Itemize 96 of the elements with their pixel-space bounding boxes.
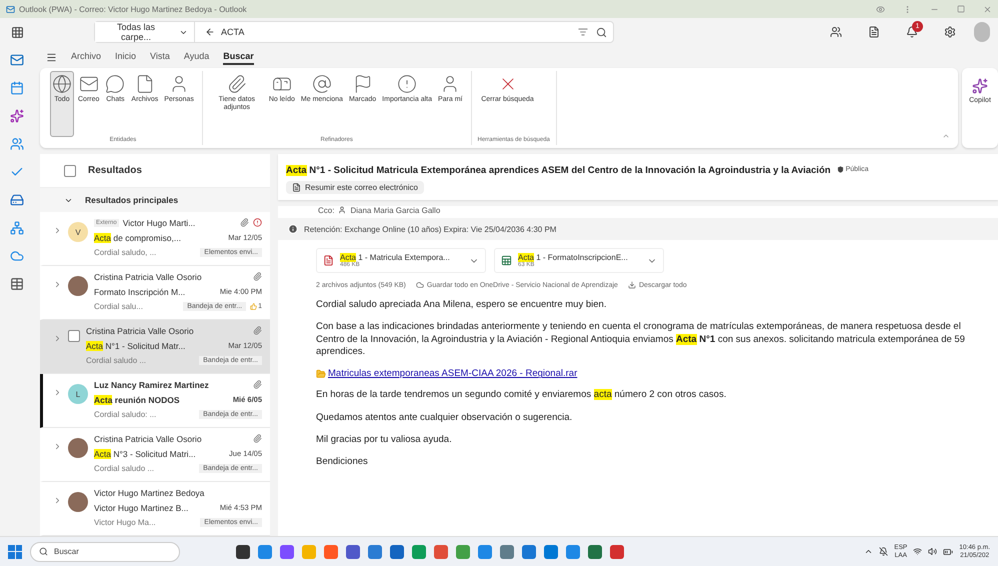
- thumbs-up-icon: [250, 303, 258, 310]
- people-icon[interactable]: [10, 137, 24, 151]
- chat-bubble-icon: [105, 74, 126, 94]
- spreadsheet-icon: [501, 255, 512, 266]
- folder-icon: [316, 368, 326, 379]
- sender-name: Cristina Patricia Valle Osorio: [94, 434, 202, 444]
- sender-name: Victor Hugo Martinez Bedoya: [94, 488, 204, 498]
- maximize-icon[interactable]: [957, 5, 965, 13]
- file-link[interactable]: Matriculas extemporaneas ASEM-CIAA 2026 - Regional.rar: [316, 368, 578, 380]
- body-paragraph: Cordial saludo apreciada Ana Milena, espero se encuentre muy bien.: [316, 299, 608, 312]
- subject-text: Acta N°3 - Solicitud Matri...: [94, 448, 197, 458]
- close-icon[interactable]: [983, 4, 992, 14]
- paperclip-icon: [226, 74, 247, 94]
- network-icon[interactable]: [10, 221, 24, 235]
- subject-text: Formato Inscripción M...: [94, 286, 186, 296]
- ribbon-tab[interactable]: Buscar: [223, 49, 254, 65]
- body-paragraph: Con base a las indicaciones brindadas anteriormente y teniendo en cuenta el cronograma de matrículas extemporáneas, de manera respetuosa desde el Centro de la Innovación, la Agroindustria y la Aviación - Regional Antioquia enviamos Acta N°1 con sus anexos. solicitando matricula extemporánea de 59 aprendices.: [316, 321, 966, 358]
- taskbar-search[interactable]: Buscar: [30, 542, 180, 562]
- preview-text: Cordial saludo ...: [94, 464, 156, 473]
- ribbon-tab[interactable]: Archivo: [71, 49, 102, 65]
- retention-text: Retención: Exchange Online (10 años) Expira: Vie 25/04/2036 4:30 PM: [304, 224, 556, 234]
- avatar-initial: L: [68, 384, 88, 404]
- preview-text: Cordial saludo ...: [86, 356, 148, 365]
- mail-icon[interactable]: [10, 53, 24, 67]
- photo-placeholder: [68, 438, 88, 458]
- preview-text: Cordial saludo, ...: [94, 248, 158, 257]
- search-icon: [39, 547, 48, 556]
- group-header[interactable]: Resultados principales: [40, 188, 270, 212]
- chevron-icon[interactable]: [864, 547, 874, 556]
- checkbox[interactable]: [64, 164, 76, 176]
- search-field[interactable]: Todas las carpe... ACTA: [94, 21, 614, 43]
- grid-icon[interactable]: [10, 277, 24, 291]
- body-paragraph: En horas de la tarde tendremos un segundo comité y enviaremos acta número 2 con otros casos.: [316, 389, 728, 402]
- calendar-icon[interactable]: [10, 81, 24, 95]
- preview-text: Victor Hugo Ma...: [94, 518, 157, 527]
- app-icon[interactable]: [236, 544, 250, 558]
- eye-icon[interactable]: [876, 4, 885, 14]
- subject-text: Victor Hugo Martinez B...: [94, 502, 190, 512]
- sparkle-icon: [972, 78, 988, 94]
- speaker-icon[interactable]: [928, 547, 938, 556]
- checkbox[interactable]: [68, 330, 80, 342]
- menu-icon[interactable]: [46, 52, 57, 62]
- document-icon: [292, 183, 301, 192]
- photo-placeholder: [68, 276, 88, 296]
- wifi-icon[interactable]: [913, 547, 922, 556]
- avatar-initial: V: [68, 222, 88, 242]
- search-icon[interactable]: [596, 26, 607, 38]
- exclamation-icon: [397, 74, 418, 94]
- folder-scope-dropdown[interactable]: Todas las carpe...: [95, 22, 195, 42]
- preview-text: Cordial salu...: [94, 302, 144, 311]
- sender-name: Cristina Patricia Valle Osorio: [94, 272, 202, 282]
- cc-name: Diana Maria Garcia Gallo: [350, 206, 440, 214]
- filter-icon[interactable]: [578, 27, 588, 37]
- bell-off-icon[interactable]: [879, 547, 888, 556]
- sender-name: Cristina Patricia Valle Osorio: [86, 326, 194, 336]
- attachment-name: Acta 1 - Matricula Extempora...: [340, 253, 451, 262]
- sender-name: Victor Hugo Marti...: [122, 218, 196, 228]
- document-icon: [323, 255, 334, 266]
- ribbon-tab[interactable]: Vista: [150, 49, 170, 65]
- cloud-icon[interactable]: [10, 249, 24, 263]
- ribbon-tab[interactable]: Ayuda: [184, 49, 210, 65]
- settings-icon[interactable]: [942, 24, 958, 40]
- info-icon: [288, 224, 298, 234]
- person-icon: [338, 206, 346, 214]
- ribbon-tab[interactable]: Inicio: [115, 49, 136, 65]
- window-title: Outlook (PWA) - Correo: Victor Hugo Martinez Bedoya - Outlook: [19, 4, 248, 14]
- body-paragraph: Quedamos atentos ante cualquier observación o sugerencia.: [316, 412, 574, 424]
- shield-icon: [836, 166, 844, 173]
- preview-text: Cordial saludo: ...: [94, 410, 158, 419]
- drive-icon[interactable]: [10, 193, 24, 207]
- sender-name: Luz Nancy Ramirez Martinez: [94, 380, 209, 390]
- mail-icon: [6, 4, 15, 14]
- app-icon[interactable]: [346, 544, 360, 558]
- battery-icon[interactable]: [943, 546, 954, 556]
- windows-start-icon[interactable]: [8, 544, 22, 558]
- app-icon[interactable]: [588, 544, 602, 558]
- search-query: ACTA: [221, 27, 244, 37]
- subject-text: Acta N°1 - Solicitud Matr...: [86, 340, 186, 350]
- back-arrow-icon[interactable]: [205, 27, 215, 37]
- cc-label: Cco:: [318, 206, 334, 214]
- body-paragraph: Bendiciones: [316, 456, 369, 469]
- app-icon[interactable]: [390, 544, 404, 558]
- sparkle-icon[interactable]: [10, 109, 24, 123]
- at-sign-icon: [312, 74, 332, 94]
- email-subject: Acta N°1 - Solicitud Matricula Extemporánea aprendices ASEM del Centro de la Innovación la Agroindustria y la Aviación: [286, 165, 831, 176]
- collapse-icon[interactable]: [942, 132, 950, 140]
- app-launcher-icon[interactable]: [10, 26, 24, 39]
- attachment-name: Acta 1 - FormatoInscripcionE...: [518, 253, 629, 262]
- subject-text: Acta de compromiso,...: [94, 232, 182, 242]
- globe-icon: [52, 74, 72, 94]
- body-paragraph: Mil gracias por tu valiosa ayuda.: [316, 434, 453, 446]
- summarize-button[interactable]: Resumir este correo electrónico: [286, 181, 424, 194]
- photo-placeholder: [68, 492, 88, 512]
- list-title: Resultados: [88, 165, 142, 176]
- download-icon: [628, 281, 636, 289]
- cloud-icon: [416, 281, 424, 289]
